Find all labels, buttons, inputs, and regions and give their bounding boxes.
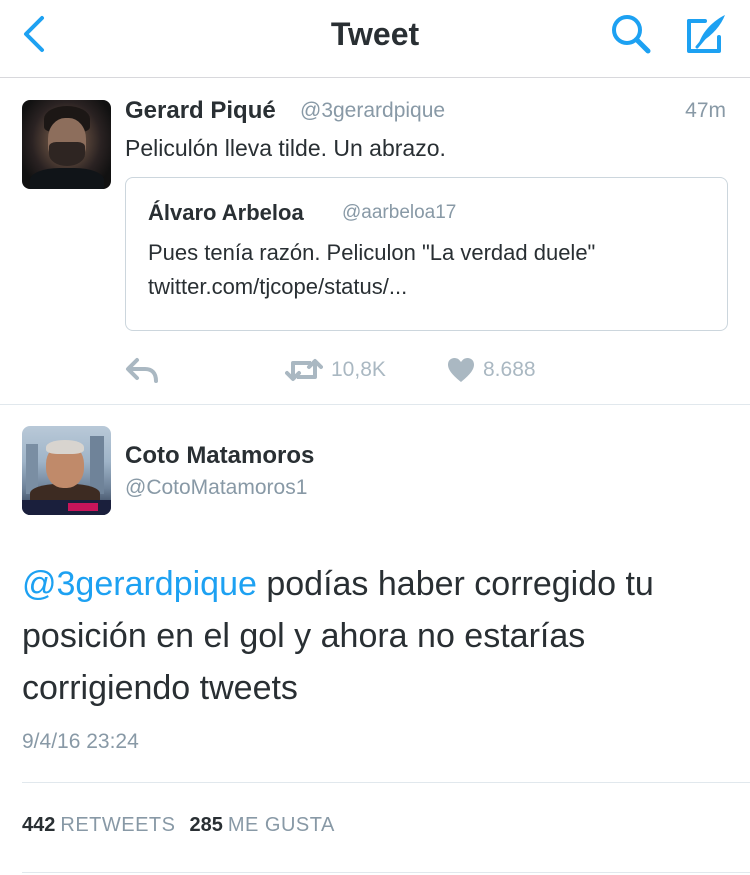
avatar[interactable] [22,100,111,189]
likes-count[interactable]: 285 [190,814,223,836]
retweets-label[interactable]: RETWEETS [60,814,175,836]
reply-tweet-detail: Coto Matamoros @CotoMatamoros1 @3gerardp… [0,406,750,875]
tweet-timestamp: 9/4/16 23:24 [22,730,139,753]
avatar-shirt [30,168,104,189]
search-button[interactable] [606,12,656,56]
quoted-text: Pues tenía razón. Peliculon "La verdad d… [148,240,596,265]
avatar-hair [46,440,84,454]
quoted-tweet[interactable]: Álvaro Arbeloa @aarbeloa17 Pues tenía ra… [125,177,728,331]
navigation-bar: Tweet [0,0,750,78]
heart-icon [448,358,474,382]
like-button[interactable]: 8.688 [447,352,536,388]
reply-button[interactable] [125,352,165,388]
quoted-author-handle: @aarbeloa17 [342,202,457,223]
like-count: 8.688 [483,358,536,381]
retweet-button[interactable]: 10,8K [285,352,386,388]
compose-icon [687,15,725,53]
author-handle[interactable]: @CotoMatamoros1 [125,476,307,500]
retweet-count: 10,8K [331,358,386,381]
likes-label[interactable]: ME GUSTA [228,814,335,836]
avatar-bg-building [90,436,104,494]
avatar-banner-accent [68,503,98,511]
compose-button[interactable] [680,10,732,58]
tweet-timestamp: 47m [685,99,726,122]
tweet-actions: 10,8K 8.688 [125,352,625,388]
quoted-link: twitter.com/tjcope/status/... [148,274,408,299]
tweet-card[interactable]: Gerard Piqué @3gerardpique 47m Peliculón… [0,79,750,405]
author-handle[interactable]: @3gerardpique [300,99,445,123]
tweet-text: @3gerardpique podías haber corregido tu … [22,558,732,714]
tweet-text: Peliculón lleva tilde. Un abrazo. [125,135,446,161]
quoted-author-name: Álvaro Arbeloa [148,200,304,225]
author-name[interactable]: Gerard Piqué [125,97,276,125]
reply-icon [126,358,158,383]
search-icon [612,15,651,54]
avatar-beard [49,142,85,166]
retweet-icon [285,359,323,381]
mention-link[interactable]: @3gerardpique [22,565,257,603]
avatar[interactable] [22,426,111,515]
divider [22,782,750,783]
engagement-stats: 442 RETWEETS 285 ME GUSTA [22,814,349,837]
divider [22,872,750,873]
author-name[interactable]: Coto Matamoros [125,442,314,470]
retweets-count[interactable]: 442 [22,814,55,836]
